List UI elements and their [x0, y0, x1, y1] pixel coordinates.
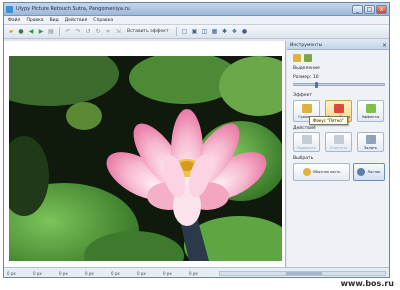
fit-icon[interactable]: ▢: [181, 28, 189, 36]
actions-section-label: Действия: [293, 126, 316, 131]
clear-action-button[interactable]: Очистить: [325, 132, 352, 152]
back-icon[interactable]: ◀: [27, 28, 35, 36]
status-cell: 0 px: [85, 270, 94, 276]
pencil-tool-icon[interactable]: [304, 54, 312, 62]
select-action-button[interactable]: Выделить: [293, 132, 320, 152]
select-action-label: Выделить: [297, 145, 316, 150]
menu-edit[interactable]: Правка: [26, 18, 43, 23]
help-icon[interactable]: ●: [241, 28, 249, 36]
fullscreen-icon[interactable]: ▦: [211, 28, 219, 36]
horizontal-scrollbar[interactable]: [219, 270, 386, 276]
fill-action-label: Залить: [363, 145, 377, 150]
canvas-area[interactable]: [4, 41, 286, 267]
undo-icon[interactable]: ↶: [64, 28, 72, 36]
focus-spot-icon: [333, 103, 344, 113]
forward-icon[interactable]: ▶: [37, 28, 45, 36]
status-bar: 0 px 0 px 0 px 0 px 0 px 0 px 0 px 0 px: [4, 267, 389, 277]
panel-header: Инструменты ×: [287, 41, 389, 50]
app-window: Ulypy Picture Retouch Sutra, Pangomeniya…: [3, 2, 390, 278]
status-cell: 0 px: [189, 270, 198, 276]
toolbar: ▰ ● ◀ ▶ ▤ ↶ ↷ ↺ ↻ ⌗ ⇲ Вставить эффект ▢ …: [4, 25, 389, 39]
window-title: Ulypy Picture Retouch Sutra, Pangomeniya…: [16, 6, 130, 12]
watermark: www.bos.ru: [340, 279, 394, 288]
brush-size-label: Размер: 10: [293, 75, 319, 80]
toolbar-separator: [175, 27, 177, 36]
tools-panel: Инструменты × Выделение Размер: 10 Эффек…: [287, 41, 389, 267]
menu-bar: Файл Правка Вид Действия Справка: [4, 16, 389, 25]
select-action-icon: [301, 134, 312, 144]
status-cell: 0 px: [163, 270, 172, 276]
brush-size-slider-thumb[interactable]: [315, 82, 318, 88]
redo-icon[interactable]: ↷: [74, 28, 82, 36]
effect-effects-label: Эффекты: [361, 114, 380, 119]
normal-brush-button[interactable]: Обычная кисть: [293, 163, 350, 181]
panel-close-icon[interactable]: ×: [382, 42, 387, 49]
photo-canvas[interactable]: [9, 56, 282, 261]
eraser-icon: [333, 134, 344, 144]
title-bar[interactable]: Ulypy Picture Retouch Sutra, Pangomeniya…: [4, 3, 389, 16]
settings-icon[interactable]: ❖: [231, 28, 239, 36]
status-cell: 0 px: [7, 270, 16, 276]
fill-action-button[interactable]: Залить: [357, 132, 384, 152]
menu-actions[interactable]: Действия: [65, 18, 88, 23]
rotate-left-icon[interactable]: ↺: [84, 28, 92, 36]
menu-view[interactable]: Вид: [50, 18, 59, 23]
toolbar-separator: [59, 27, 60, 36]
open-icon[interactable]: ▰: [7, 28, 15, 36]
borders-icon: [301, 103, 312, 113]
print-icon[interactable]: ▤: [47, 28, 55, 36]
effect-effects-button[interactable]: Эффекты: [357, 100, 384, 122]
selection-section-label: Выделение: [293, 66, 320, 71]
rotate-right-icon[interactable]: ↻: [94, 28, 102, 36]
brush-tool-icon[interactable]: [293, 54, 301, 62]
maximize-button[interactable]: □: [364, 4, 375, 14]
status-cell: 0 px: [111, 270, 120, 276]
zoom-in-icon[interactable]: ▣: [191, 28, 199, 36]
resize-icon[interactable]: ⇲: [114, 28, 122, 36]
zoom-out-icon[interactable]: ◫: [201, 28, 209, 36]
fill-icon: [365, 134, 376, 144]
clear-action-label: Очистить: [329, 145, 348, 150]
save-icon[interactable]: ●: [17, 28, 25, 36]
status-cell: 0 px: [137, 270, 146, 276]
lotus-photo: [9, 56, 282, 261]
effects-section-label: Эффект: [293, 93, 312, 98]
tooltip: Фокус "Пятно": [309, 116, 348, 125]
color-icon[interactable]: ✱: [221, 28, 229, 36]
menu-file[interactable]: Файл: [8, 18, 20, 23]
brush-size-slider[interactable]: [293, 83, 385, 86]
crop-icon[interactable]: ⌗: [104, 28, 112, 36]
eraser-tool-icon: [357, 168, 366, 176]
insert-effect-button[interactable]: Вставить эффект: [127, 29, 169, 34]
menu-help[interactable]: Справка: [93, 18, 113, 23]
status-cell: 0 px: [33, 270, 42, 276]
normal-brush-label: Обычная кисть: [312, 170, 341, 174]
normal-brush-icon: [302, 168, 311, 176]
close-button[interactable]: x: [376, 4, 387, 14]
eraser-button[interactable]: Ластик: [353, 163, 385, 181]
minimize-button[interactable]: _: [352, 4, 363, 14]
panel-title: Инструменты: [290, 42, 323, 48]
choose-section-label: Выбрать: [293, 156, 314, 161]
status-cell: 0 px: [59, 270, 68, 276]
effects-icon: [365, 103, 376, 113]
app-icon: [6, 5, 13, 13]
eraser-label: Ластик: [367, 170, 381, 174]
scrollbar-thumb[interactable]: [286, 271, 323, 275]
